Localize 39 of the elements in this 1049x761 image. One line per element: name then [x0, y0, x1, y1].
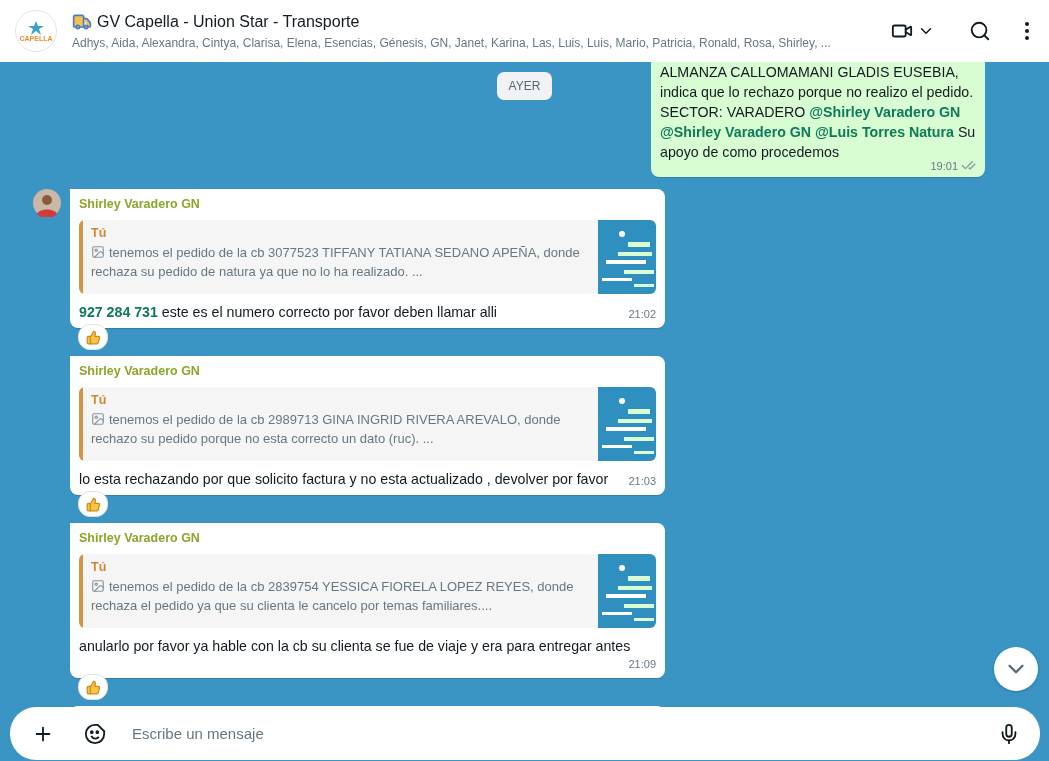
sender-name[interactable]: Shirley Varadero GN	[79, 531, 656, 545]
search-icon	[969, 20, 991, 42]
scroll-down-button[interactable]	[994, 647, 1038, 691]
message-time: 21:03	[628, 474, 656, 489]
reaction[interactable]	[78, 324, 108, 350]
quoted-message[interactable]: Tú tenemos el pedido de la cb 2839754 YESSICA FIORELA LOPEZ REYES, donde rechaza el pedido ya que su clienta le cancelo por temas familiares....	[79, 554, 656, 628]
thumbs-up-icon	[85, 329, 101, 345]
thumbs-up-icon	[85, 679, 101, 695]
sender-name[interactable]: Shirley Varadero GN	[79, 197, 656, 211]
thumbs-up-icon	[85, 496, 101, 512]
star-icon	[28, 20, 44, 35]
message-time: 21:09	[628, 657, 656, 672]
sticker-icon	[84, 722, 106, 745]
quote-text: tenemos el pedido de la cb 2839754 YESSICA FIORELA LOPEZ REYES, donde rechaza el pedido ya que su clienta le cancelo por temas familiares....	[91, 578, 575, 615]
quote-text: tenemos el pedido de la cb 2989713 GINA INGRID RIVERA AREVALO, donde rechazo su pedido porque no esta correcto un dato (ruc). ...	[91, 411, 562, 448]
image-icon	[91, 412, 105, 426]
sender-name[interactable]: Shirley Varadero GN	[79, 364, 656, 378]
message-time: 21:02	[628, 307, 656, 322]
message-field[interactable]: Escribe un mensaje	[10, 707, 1040, 760]
message-time: 19:01	[930, 159, 958, 172]
message-text: 927 284 731 este es el numero correcto por favor deben llamar alli	[79, 303, 497, 322]
menu-icon	[1025, 22, 1029, 40]
quote-author: Tú	[91, 226, 108, 240]
reaction[interactable]	[78, 491, 108, 517]
avatar[interactable]	[33, 189, 61, 217]
message-text: ALMANZA CALLOMAMANI GLADIS EUSEBIA, indica que lo rechazo porque no realizo el pedido. SECTOR: VARADERO @Shirley Varadero GN @Shirley Varadero GN @Luis Torres Natura Su apoyo de como procedemos	[660, 64, 976, 160]
reaction[interactable]	[78, 674, 108, 700]
members-list: Adhys, Aida, Alexandra, Cintya, Clarisa, Elena, Esencias, Génesis, GN, Janet, Karina, Las, Luis, Luis, Mario, Patricia, Ronald, Rosa, Shirley, ...	[72, 34, 831, 51]
quote-text: tenemos el pedido de la cb 3077523 TIFFANY TATIANA SEDANO APEÑA, donde rechaza su pedido de natura ya que no lo ha realizado. ...	[91, 244, 581, 281]
quoted-message[interactable]: Tú tenemos el pedido de la cb 2989713 GINA INGRID RIVERA AREVALO, donde rechazo su pedido porque no esta correcto un dato (ruc). ...	[79, 387, 656, 461]
image-icon	[91, 245, 105, 259]
quoted-message[interactable]: Tú tenemos el pedido de la cb 3077523 TIFFANY TATIANA SEDANO APEÑA, donde rechaza su pedido de natura ya que no lo ha realizado. ...	[79, 220, 656, 294]
message-text: anularlo por favor ya hable con la cb su clienta se fue de viaje y era para entregar antes	[79, 637, 631, 656]
quote-author: Tú	[91, 560, 108, 574]
image-icon	[91, 579, 105, 593]
chat-title[interactable]: GV Capella - Union Star - Transporte	[97, 12, 360, 31]
message-text: lo esta rechazando por que solicito factura y no esta actualizado , devolver por favor	[79, 470, 609, 489]
message-input[interactable]: Escribe un mensaje	[130, 724, 974, 743]
quote-author: Tú	[91, 393, 108, 407]
